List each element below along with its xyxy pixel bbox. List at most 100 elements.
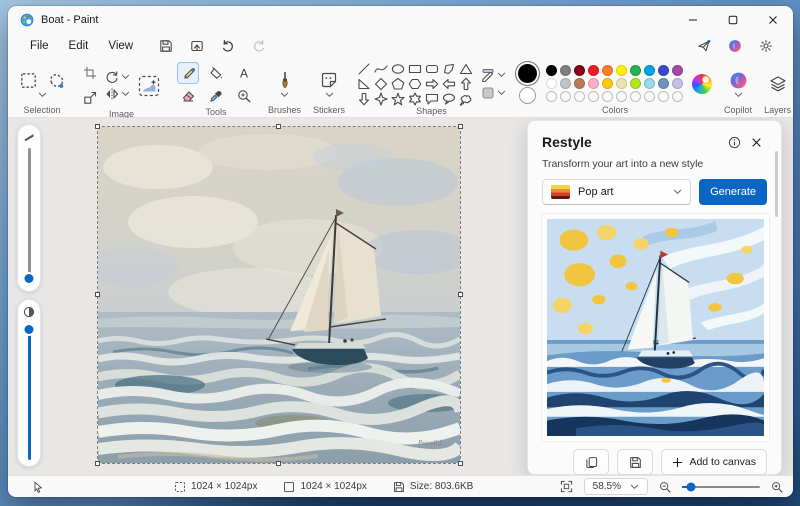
opacity-track[interactable] xyxy=(24,323,34,460)
arrow-down-shape-button[interactable] xyxy=(357,92,371,105)
text-tool-button[interactable]: A xyxy=(233,62,255,84)
color-swatch-c3c3c3[interactable] xyxy=(559,77,572,90)
color-swatch-fff200[interactable] xyxy=(615,64,628,77)
add-to-canvas-button[interactable]: Add to canvas xyxy=(661,449,767,475)
maximize-button[interactable] xyxy=(713,6,753,33)
share-icon[interactable] xyxy=(697,39,711,53)
undo-icon[interactable] xyxy=(221,39,235,53)
hexagon-shape-button[interactable] xyxy=(408,77,422,90)
brushes-button[interactable] xyxy=(274,69,296,91)
canvas-selection[interactable]: Powell f. xyxy=(88,124,473,466)
menu-edit[interactable]: Edit xyxy=(59,37,99,55)
opacity-slider[interactable] xyxy=(17,299,41,467)
arrow-right-shape-button[interactable] xyxy=(425,77,439,90)
diamond-shape-button[interactable] xyxy=(374,77,388,90)
rotate-button[interactable] xyxy=(105,70,130,84)
selection-handle-top-right[interactable] xyxy=(458,124,463,129)
color-swatch-7092be[interactable] xyxy=(657,77,670,90)
resize-button[interactable] xyxy=(79,87,101,109)
brushes-chevron-icon[interactable] xyxy=(280,92,289,98)
color-swatch-empty[interactable] xyxy=(657,90,670,103)
crop-button[interactable] xyxy=(79,62,101,84)
color-swatch-empty[interactable] xyxy=(545,90,558,103)
shape-outline-button[interactable] xyxy=(481,68,506,82)
selection-handle-top-center[interactable] xyxy=(276,124,281,129)
color-swatch-efe4b0[interactable] xyxy=(615,77,628,90)
copilot-icon[interactable] xyxy=(728,39,742,53)
copilot-button[interactable] xyxy=(727,69,749,91)
copy-result-button[interactable] xyxy=(573,449,610,475)
star-four-shape-button[interactable] xyxy=(374,91,388,106)
style-dropdown[interactable]: Pop art xyxy=(542,179,692,205)
rectangle-select-button[interactable] xyxy=(17,69,39,91)
foreground-color-well[interactable] xyxy=(518,63,538,83)
color-swatch-empty[interactable] xyxy=(629,90,642,103)
magnifier-tool-button[interactable] xyxy=(233,85,255,107)
menu-view[interactable]: View xyxy=(98,37,143,55)
selection-handle-top-left[interactable] xyxy=(95,124,100,129)
zoom-in-icon[interactable] xyxy=(771,481,783,493)
right-triangle-shape-button[interactable] xyxy=(357,77,371,90)
color-swatch-b5e61d[interactable] xyxy=(629,77,642,90)
color-swatch-ffffff[interactable] xyxy=(545,77,558,90)
color-swatch-empty[interactable] xyxy=(615,90,628,103)
canvas-painting[interactable]: Powell f. xyxy=(88,126,473,464)
zoom-level-dropdown[interactable]: 58.5% xyxy=(583,478,648,495)
eraser-tool-button[interactable] xyxy=(177,85,199,107)
menu-file[interactable]: File xyxy=(20,37,59,55)
settings-gear-icon[interactable] xyxy=(759,39,773,53)
brush-size-track[interactable] xyxy=(24,148,34,285)
rectangle-shape-button[interactable] xyxy=(408,62,422,75)
restyle-info-button[interactable] xyxy=(723,131,745,153)
pencil-tool-button[interactable] xyxy=(177,62,199,84)
polygon-shape-button[interactable] xyxy=(442,62,456,75)
save-icon[interactable] xyxy=(159,39,173,53)
selection-handle-bottom-right[interactable] xyxy=(458,461,463,466)
triangle-shape-button[interactable] xyxy=(459,62,473,75)
color-swatch-a349a4[interactable] xyxy=(671,64,684,77)
selection-handle-bottom-center[interactable] xyxy=(276,461,281,466)
speech-oval-shape-button[interactable] xyxy=(442,92,456,105)
color-swatch-00a2e8[interactable] xyxy=(643,64,656,77)
oval-shape-button[interactable] xyxy=(391,62,405,75)
color-swatch-empty[interactable] xyxy=(643,90,656,103)
remove-background-button[interactable] xyxy=(134,71,164,101)
color-swatch-b97a57[interactable] xyxy=(573,77,586,90)
rounded-rectangle-shape-button[interactable] xyxy=(425,62,439,75)
color-swatch-empty[interactable] xyxy=(587,90,600,103)
zoom-slider[interactable] xyxy=(682,482,760,491)
free-form-select-button[interactable] xyxy=(45,69,67,91)
pentagon-shape-button[interactable] xyxy=(391,77,405,90)
color-swatch-7f7f7f[interactable] xyxy=(559,64,572,77)
color-swatch-ff7f27[interactable] xyxy=(601,64,614,77)
stickers-button[interactable] xyxy=(318,69,340,91)
color-swatch-ffc90e[interactable] xyxy=(601,77,614,90)
color-swatch-ffaec9[interactable] xyxy=(587,77,600,90)
color-swatch-880015[interactable] xyxy=(573,64,586,77)
close-button[interactable] xyxy=(753,6,793,33)
selection-handle-bottom-left[interactable] xyxy=(95,461,100,466)
fill-tool-button[interactable] xyxy=(205,62,227,84)
minimize-button[interactable] xyxy=(673,6,713,33)
redo-icon[interactable] xyxy=(252,39,266,53)
color-swatch-c8bfe7[interactable] xyxy=(671,77,684,90)
generate-button[interactable]: Generate xyxy=(699,179,767,205)
fit-to-screen-icon[interactable] xyxy=(560,480,573,493)
star-six-shape-button[interactable] xyxy=(408,91,422,106)
arrow-left-shape-button[interactable] xyxy=(442,77,456,90)
color-swatch-empty[interactable] xyxy=(601,90,614,103)
selection-handle-middle-left[interactable] xyxy=(95,292,100,297)
color-swatch-empty[interactable] xyxy=(573,90,586,103)
zoom-out-icon[interactable] xyxy=(659,481,671,493)
color-swatch-ed1c24[interactable] xyxy=(587,64,600,77)
flip-button[interactable] xyxy=(105,87,130,101)
color-swatch-empty[interactable] xyxy=(559,90,572,103)
speech-rectangle-shape-button[interactable] xyxy=(425,92,439,105)
copilot-chevron-icon[interactable] xyxy=(734,92,743,98)
thought-cloud-shape-button[interactable] xyxy=(459,92,473,106)
color-swatch-99d9ea[interactable] xyxy=(643,77,656,90)
arrow-up-shape-button[interactable] xyxy=(459,77,473,90)
restyle-close-button[interactable] xyxy=(745,131,767,153)
export-icon[interactable] xyxy=(190,39,204,53)
brush-size-thumb[interactable] xyxy=(24,274,34,283)
